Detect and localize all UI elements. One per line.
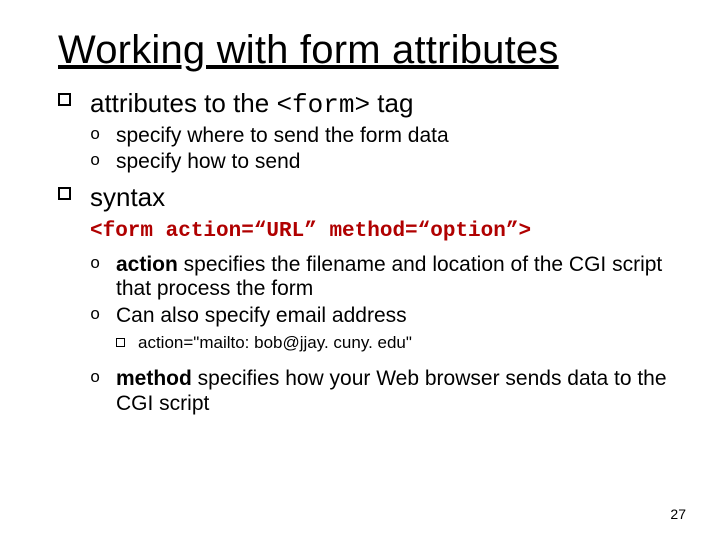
subbullet-email: o Can also specify email address action=… <box>90 304 672 353</box>
circle-bullet-icon: o <box>90 306 100 325</box>
code-inline-form: <form> <box>276 90 370 120</box>
subbullet-text: specify how to send <box>116 150 300 173</box>
subbullet-text: specify where to send the form data <box>116 124 449 147</box>
subsubbullet-mailto: action="mailto: bob@jjay. cuny. edu" <box>116 333 672 353</box>
bullet-text: syntax <box>90 182 165 212</box>
bullet-attributes: attributes to the <form> tag o specify w… <box>58 87 672 175</box>
text-suffix: tag <box>370 88 413 118</box>
bullet-list-level1: attributes to the <form> tag o specify w… <box>58 87 672 214</box>
bold-word-method: method <box>116 367 192 390</box>
bullet-list-level2: o specify where to send the form data o … <box>90 124 672 176</box>
slide-title: Working with form attributes <box>58 28 672 73</box>
bullet-list-level2: o action specifies the filename and loca… <box>90 253 672 354</box>
subbullet-text: Can also specify email address <box>116 304 407 327</box>
circle-bullet-icon: o <box>90 369 100 388</box>
subbullet: o specify where to send the form data <box>90 124 672 149</box>
rest-text: specifies how your Web browser sends dat… <box>116 367 667 415</box>
subbullet-text: action specifies the filename and locati… <box>116 253 662 301</box>
circle-bullet-icon: o <box>90 152 100 171</box>
rest-text: specifies the filename and location of t… <box>116 253 662 301</box>
bullet-list-level2: o method specifies how your Web browser … <box>90 367 672 417</box>
bullet-list-level3: action="mailto: bob@jjay. cuny. edu" <box>116 333 672 353</box>
bullet-syntax: syntax <box>58 181 672 214</box>
square-bullet-icon <box>58 187 71 200</box>
bold-word-action: action <box>116 253 178 276</box>
subbullet-text: method specifies how your Web browser se… <box>116 367 667 415</box>
circle-bullet-icon: o <box>90 126 100 145</box>
subbullet-action: o action specifies the filename and loca… <box>90 253 672 303</box>
square-bullet-icon <box>58 93 71 106</box>
spacer <box>90 355 672 365</box>
bullet-text: attributes to the <form> tag <box>90 88 413 118</box>
bullet-list-level1-continued: o action specifies the filename and loca… <box>58 253 672 417</box>
circle-bullet-icon: o <box>90 255 100 274</box>
small-square-bullet-icon <box>116 338 125 347</box>
subbullet-method: o method specifies how your Web browser … <box>90 367 672 417</box>
subsubbullet-text: action="mailto: bob@jjay. cuny. edu" <box>138 333 412 352</box>
text-prefix: attributes to the <box>90 88 276 118</box>
slide: Working with form attributes attributes … <box>0 0 720 540</box>
subbullet: o specify how to send <box>90 150 672 175</box>
syntax-code-line: <form action=“URL” method=“option”> <box>90 220 672 243</box>
indent-holder: o action specifies the filename and loca… <box>58 253 672 417</box>
page-number: 27 <box>670 506 686 522</box>
